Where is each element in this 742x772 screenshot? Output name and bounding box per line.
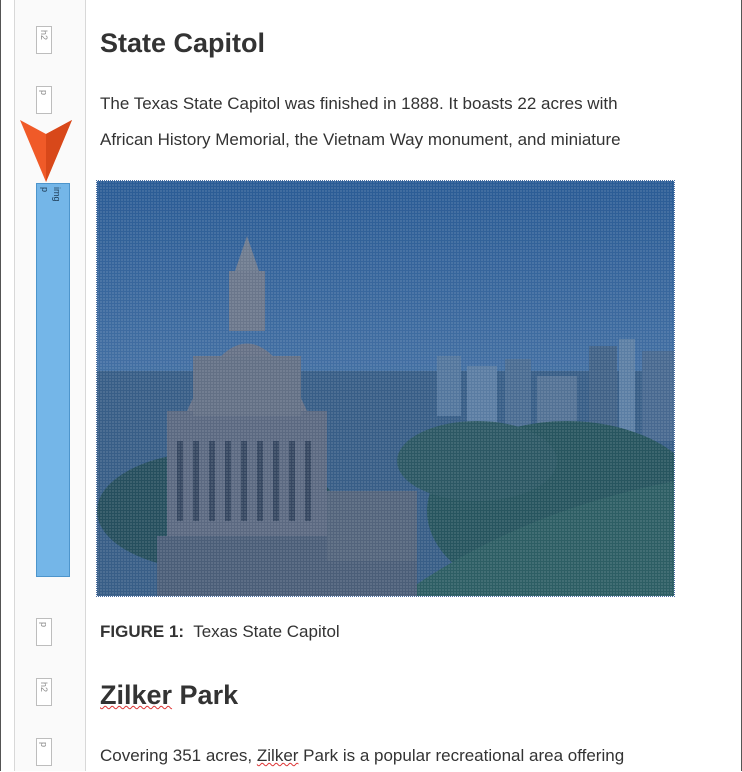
paragraph-text: Covering 351 acres, <box>100 746 257 765</box>
tag-p-zilker[interactable]: p <box>36 738 52 766</box>
paragraph-zilker[interactable]: Covering 351 acres, Zilker Park is a pop… <box>100 740 624 772</box>
heading-word: Park <box>172 680 239 710</box>
capitol-image-selected[interactable] <box>96 180 675 597</box>
tag-img-selected[interactable]: p img <box>36 183 70 577</box>
figure-caption-text: Texas State Capitol <box>193 622 340 641</box>
tag-p-caption[interactable]: p <box>36 618 52 646</box>
figure-label: FIGURE 1: <box>100 622 185 641</box>
tag-label-p: p <box>40 187 50 193</box>
misspelled-word: Zilker <box>100 680 173 710</box>
tag-h2-zilker[interactable]: h2 <box>36 678 52 706</box>
paragraph-line-2[interactable]: African History Memorial, the Vietnam Wa… <box>100 124 621 156</box>
figure-caption[interactable]: FIGURE 1: Texas State Capitol <box>100 622 340 642</box>
pointer-arrow-icon <box>20 120 72 182</box>
paragraph-text: Park is a popular recreational area offe… <box>298 746 625 765</box>
heading-state-capitol[interactable]: State Capitol <box>100 28 265 59</box>
paragraph-line-1[interactable]: The Texas State Capitol was finished in … <box>100 88 618 120</box>
tag-h2-state-capitol[interactable]: h2 <box>36 26 52 54</box>
tag-p-intro[interactable]: p <box>36 86 52 114</box>
tag-label-img: img <box>52 187 62 202</box>
misspelled-word: Zilker <box>256 746 299 765</box>
heading-zilker-park[interactable]: Zilker Park <box>100 680 238 711</box>
capitol-photo <box>97 181 674 596</box>
